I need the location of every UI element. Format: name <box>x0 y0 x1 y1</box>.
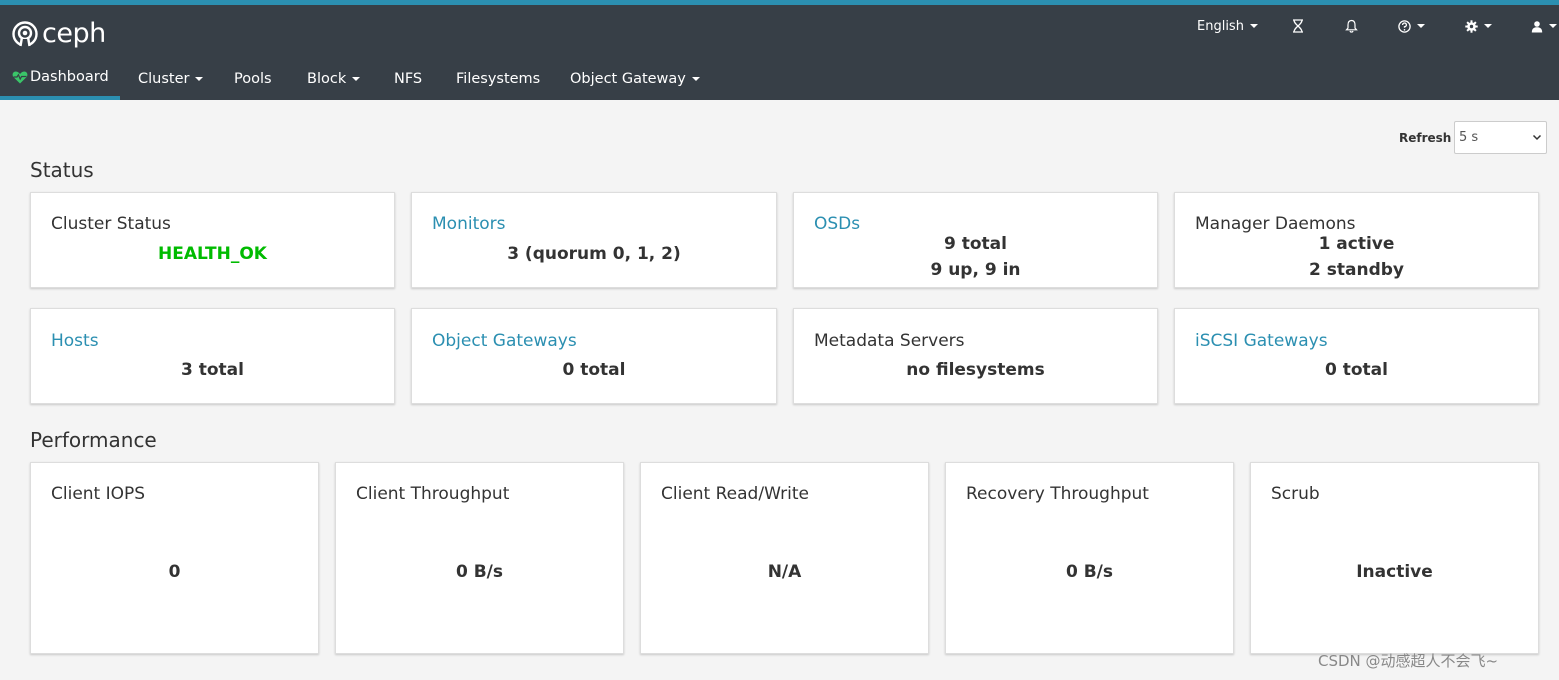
card-manager-daemons: Manager Daemons 1 active 2 standby <box>1174 192 1539 288</box>
card-client-read-write: Client Read/Write N/A <box>640 462 929 654</box>
tab-filesystems-label: Filesystems <box>456 71 541 87</box>
card-monitors: Monitors 3 (quorum 0, 1, 2) <box>411 192 777 288</box>
iscsi-gateways-value: 0 total <box>1325 360 1388 380</box>
chevron-down-icon <box>1249 24 1258 28</box>
heartbeat-icon <box>12 71 28 84</box>
tab-pools[interactable]: Pools <box>234 58 272 100</box>
tab-dashboard[interactable]: Dashboard <box>0 58 120 100</box>
tab-dashboard-label: Dashboard <box>30 69 109 85</box>
object-gateways-link[interactable]: Object Gateways <box>432 331 577 351</box>
status-section-title: Status <box>30 158 94 182</box>
performance-section-title: Performance <box>30 428 157 452</box>
tab-nfs[interactable]: NFS <box>394 58 422 100</box>
osds-total-value: 9 total <box>944 234 1007 254</box>
language-selector[interactable]: English <box>1197 14 1258 38</box>
tab-cluster-label: Cluster <box>138 71 190 87</box>
scrub-value: Inactive <box>1356 562 1433 582</box>
tab-block[interactable]: Block <box>307 58 361 100</box>
card-title: Client IOPS <box>51 484 146 504</box>
ceph-logo[interactable]: ceph <box>12 18 106 49</box>
client-iops-value: 0 <box>168 562 181 582</box>
refresh-label: Refresh <box>1399 131 1452 145</box>
hosts-value: 3 total <box>181 360 244 380</box>
card-iscsi-gateways: iSCSI Gateways 0 total <box>1174 308 1539 404</box>
metadata-servers-value: no filesystems <box>906 360 1045 380</box>
monitors-value: 3 (quorum 0, 1, 2) <box>507 244 681 264</box>
card-metadata-servers: Metadata Servers no filesystems <box>793 308 1158 404</box>
chevron-down-icon <box>691 77 700 81</box>
chevron-down-icon <box>1532 134 1542 141</box>
card-hosts: Hosts 3 total <box>30 308 395 404</box>
card-title: Client Throughput <box>356 484 510 504</box>
refresh-interval-select[interactable]: 5 s <box>1454 121 1547 154</box>
help-menu[interactable] <box>1398 14 1425 38</box>
tab-pools-label: Pools <box>234 71 272 87</box>
recovery-throughput-value: 0 B/s <box>1065 562 1114 582</box>
chevron-down-icon <box>352 77 361 81</box>
logo-text: ceph <box>42 18 106 49</box>
settings-menu[interactable] <box>1465 14 1492 38</box>
hosts-link[interactable]: Hosts <box>51 331 99 351</box>
card-scrub: Scrub Inactive <box>1250 462 1539 654</box>
language-label: English <box>1197 18 1244 34</box>
watermark: CSDN @动感超人不会飞~ <box>1318 652 1499 670</box>
managers-active-value: 1 active <box>1318 234 1395 254</box>
client-read-write-value: N/A <box>767 562 802 582</box>
hourglass-icon <box>1293 19 1303 33</box>
user-menu[interactable] <box>1531 14 1557 38</box>
tasks-button[interactable] <box>1292 14 1304 38</box>
bell-icon <box>1345 19 1358 33</box>
chevron-down-icon <box>1484 24 1492 28</box>
iscsi-gateways-link[interactable]: iSCSI Gateways <box>1195 331 1328 351</box>
object-gateways-value: 0 total <box>562 360 626 380</box>
monitors-link[interactable]: Monitors <box>432 214 505 234</box>
client-throughput-value: 0 B/s <box>455 562 504 582</box>
card-title: Recovery Throughput <box>966 484 1149 504</box>
card-client-throughput: Client Throughput 0 B/s <box>335 462 624 654</box>
card-title: Cluster Status <box>51 214 171 234</box>
chevron-down-icon <box>1417 24 1425 28</box>
ceph-logo-icon <box>12 21 38 47</box>
card-object-gateways: Object Gateways 0 total <box>411 308 777 404</box>
card-recovery-throughput: Recovery Throughput 0 B/s <box>945 462 1234 654</box>
tab-object-gateway-label: Object Gateway <box>570 71 686 87</box>
card-osds: OSDs 9 total 9 up, 9 in <box>793 192 1158 288</box>
card-title: Client Read/Write <box>661 484 809 504</box>
card-client-iops: Client IOPS 0 <box>30 462 319 654</box>
gear-icon <box>1465 19 1478 33</box>
notifications-button[interactable] <box>1345 14 1358 38</box>
managers-standby-value: 2 standby <box>1309 260 1404 280</box>
tab-block-label: Block <box>307 71 347 87</box>
osds-up-in-value: 9 up, 9 in <box>930 260 1021 280</box>
user-icon <box>1531 20 1543 32</box>
help-icon <box>1398 19 1411 33</box>
chevron-down-icon <box>1549 24 1557 28</box>
tab-cluster[interactable]: Cluster <box>138 58 204 100</box>
chevron-down-icon <box>195 77 204 81</box>
refresh-interval-value: 5 s <box>1459 130 1479 145</box>
tab-nfs-label: NFS <box>394 71 423 87</box>
card-title: Scrub <box>1271 484 1320 504</box>
tab-filesystems[interactable]: Filesystems <box>456 58 540 100</box>
navbar: ceph English Dashboard Cluster Pools Blo… <box>0 5 1559 100</box>
card-cluster-status: Cluster Status HEALTH_OK <box>30 192 395 288</box>
tab-object-gateway[interactable]: Object Gateway <box>570 58 700 100</box>
card-title: Metadata Servers <box>814 331 965 351</box>
health-status-value: HEALTH_OK <box>158 244 267 264</box>
